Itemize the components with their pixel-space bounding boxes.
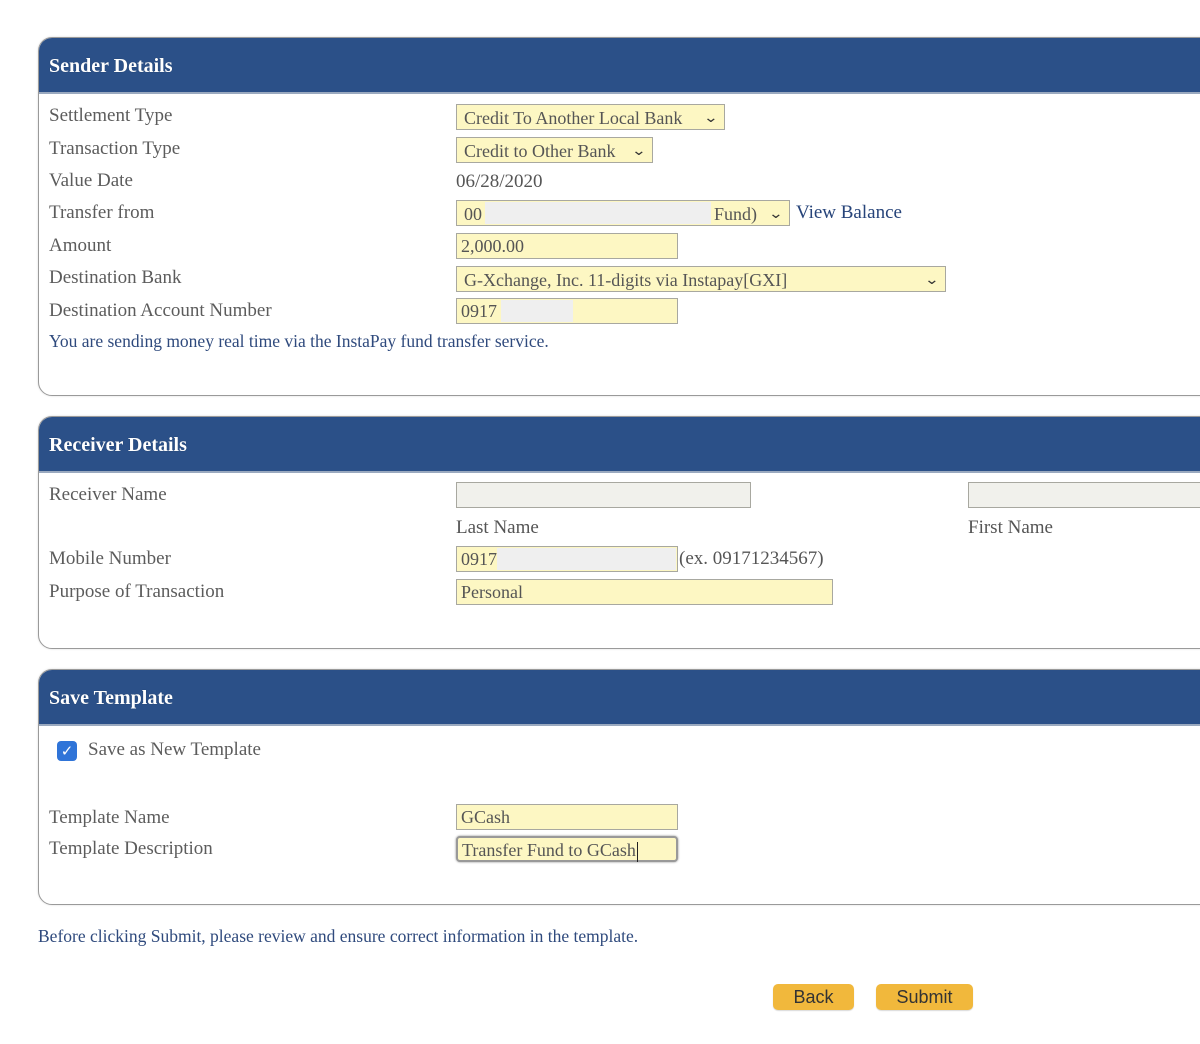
- template-name-label: Template Name: [49, 807, 170, 828]
- transfer-from-prefix: 00: [464, 204, 482, 224]
- save-template-panel: Save Template: [38, 669, 1200, 905]
- receiver-name-label: Receiver Name: [49, 484, 167, 505]
- mobile-number-label: Mobile Number: [49, 548, 171, 569]
- text-cursor: [636, 841, 638, 862]
- transfer-from-suffix: Fund): [714, 204, 758, 224]
- template-description-input[interactable]: Transfer Fund to GCash: [456, 836, 678, 862]
- transaction-type-select[interactable]: Credit to Other Bank ⌄: [456, 137, 653, 163]
- mobile-number-hint: (ex. 09171234567): [679, 548, 824, 569]
- view-balance-link[interactable]: View Balance: [796, 202, 902, 224]
- destination-account-input[interactable]: 0917: [456, 298, 678, 324]
- chevron-down-icon: ⌄: [631, 143, 647, 159]
- template-name-input[interactable]: GCash: [456, 804, 678, 830]
- template-description-value: Transfer Fund to GCash: [462, 840, 636, 860]
- chevron-down-icon: ⌄: [768, 206, 784, 222]
- mobile-number-value: 0917: [461, 549, 497, 569]
- chevron-down-icon: ⌄: [703, 110, 719, 126]
- masked-account-number: [501, 300, 573, 322]
- transfer-from-label: Transfer from: [49, 202, 155, 223]
- first-name-caption: First Name: [968, 517, 1053, 538]
- transfer-from-select[interactable]: 00 Fund) ⌄: [456, 200, 790, 226]
- amount-label: Amount: [49, 235, 112, 256]
- value-date-value: 06/28/2020: [456, 171, 543, 192]
- amount-input[interactable]: 2,000.00: [456, 233, 678, 259]
- save-as-new-template-label: Save as New Template: [88, 739, 261, 760]
- back-button[interactable]: Back: [773, 984, 854, 1010]
- review-note: Before clicking Submit, please review an…: [38, 926, 639, 946]
- value-date-label: Value Date: [49, 170, 133, 191]
- mobile-number-input[interactable]: 0917: [456, 546, 678, 572]
- transaction-type-value: Credit to Other Bank: [464, 141, 616, 161]
- settlement-type-value: Credit To Another Local Bank: [464, 108, 683, 128]
- save-template-header: Save Template: [39, 670, 1200, 726]
- sender-details-header: Sender Details: [39, 38, 1200, 94]
- destination-bank-value: G-Xchange, Inc. 11-digits via Instapay[G…: [464, 270, 788, 290]
- settlement-type-label: Settlement Type: [49, 105, 173, 126]
- template-description-label: Template Description: [49, 838, 213, 859]
- instapay-note: You are sending money real time via the …: [49, 331, 549, 351]
- purpose-input[interactable]: Personal: [456, 579, 833, 605]
- masked-account: [485, 202, 711, 224]
- transaction-type-label: Transaction Type: [49, 138, 181, 159]
- masked-mobile: [497, 548, 676, 570]
- submit-button[interactable]: Submit: [876, 984, 973, 1010]
- destination-bank-label: Destination Bank: [49, 267, 182, 288]
- settlement-type-select[interactable]: Credit To Another Local Bank ⌄: [456, 104, 725, 130]
- save-as-new-template-checkbox[interactable]: ✓: [57, 741, 77, 761]
- last-name-caption: Last Name: [456, 517, 539, 538]
- receiver-last-name-input[interactable]: [456, 482, 751, 508]
- destination-account-value: 0917: [461, 301, 497, 321]
- purpose-label: Purpose of Transaction: [49, 581, 225, 602]
- destination-account-label: Destination Account Number: [49, 300, 272, 321]
- chevron-down-icon: ⌄: [924, 272, 940, 288]
- receiver-first-name-input[interactable]: [968, 482, 1200, 508]
- destination-bank-select[interactable]: G-Xchange, Inc. 11-digits via Instapay[G…: [456, 266, 946, 292]
- receiver-details-header: Receiver Details: [39, 417, 1200, 473]
